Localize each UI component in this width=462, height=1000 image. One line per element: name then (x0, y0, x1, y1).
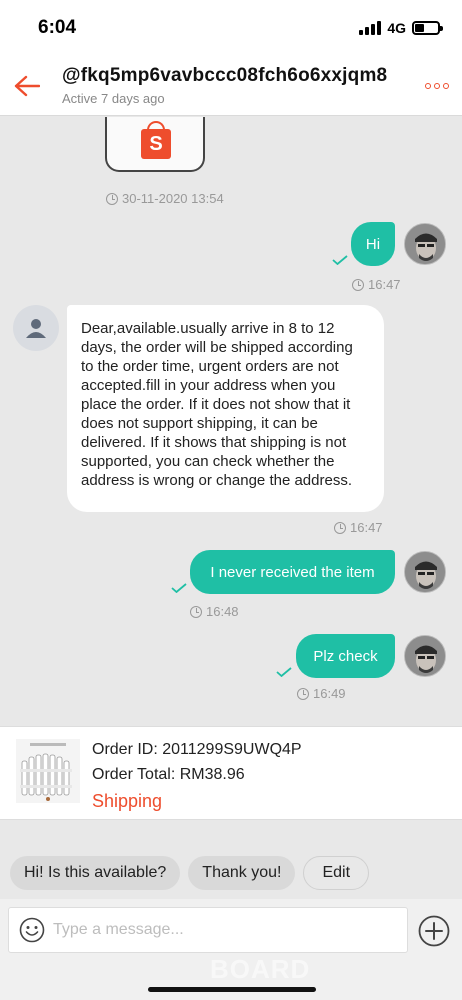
user-avatar[interactable] (404, 551, 446, 593)
active-status: Active 7 days ago (62, 91, 165, 106)
message-bubble-outgoing[interactable]: I never received the item (190, 550, 395, 594)
message-text: I never received the item (210, 563, 375, 581)
person-photo-icon (405, 552, 445, 592)
message-input-container[interactable] (8, 907, 408, 953)
clock-icon (352, 278, 364, 291)
message-text: Dear,available.usually arrive in 8 to 12… (81, 320, 353, 489)
message-text: Hi (365, 235, 381, 253)
home-indicator[interactable] (148, 987, 316, 992)
message-timestamp: 16:48 (190, 604, 239, 619)
message-bubble-outgoing[interactable]: Plz check (296, 634, 395, 678)
order-id: Order ID: 2011299S9UWQ4P (92, 741, 302, 758)
read-check-icon (171, 583, 187, 593)
user-avatar[interactable] (404, 635, 446, 677)
status-time: 6:04 (38, 17, 77, 38)
back-button[interactable] (0, 56, 54, 116)
shop-bag-sticker[interactable]: S (105, 117, 205, 172)
read-check-icon (332, 255, 348, 265)
person-photo-icon (405, 224, 445, 264)
message-bubble-outgoing[interactable]: Hi (351, 222, 395, 266)
product-thumbnail (16, 739, 80, 803)
shop-avatar[interactable] (13, 305, 59, 351)
signal-icon (359, 21, 382, 35)
dot-icon (443, 82, 449, 89)
message-timestamp: 16:49 (297, 686, 346, 701)
clock-icon (106, 192, 118, 205)
more-options-button[interactable] (412, 56, 462, 116)
chat-title: @fkq5mp6vavbccc08fch6o6xxjqm8 (62, 65, 388, 86)
order-status: Shipping (92, 791, 163, 811)
emoji-icon[interactable] (19, 917, 45, 943)
message-timestamp: 16:47 (352, 277, 401, 292)
message-bubble-incoming[interactable]: Dear,available.usually arrive in 8 to 12… (67, 305, 384, 512)
dot-icon (434, 82, 440, 89)
person-photo-icon (405, 636, 445, 676)
message-composer: BOARD (0, 899, 462, 1000)
timestamp-text: 30-11-2020 13:54 (122, 191, 224, 206)
battery-icon (412, 21, 443, 35)
add-attachment-icon[interactable] (418, 915, 450, 947)
clock-icon (334, 521, 346, 534)
message-timestamp: 30-11-2020 13:54 (106, 191, 224, 206)
network-type: 4G (387, 20, 406, 36)
clock-icon (297, 687, 309, 700)
order-total: Order Total: RM38.96 (92, 766, 245, 783)
timestamp-text: 16:49 (313, 686, 346, 701)
user-avatar[interactable] (404, 223, 446, 265)
chat-header-info[interactable]: @fkq5mp6vavbccc08fch6o6xxjqm8 Active 7 d… (54, 65, 412, 106)
status-icons: 4G (359, 20, 443, 36)
edit-quick-replies-button[interactable]: Edit (303, 856, 370, 890)
timestamp-text: 16:47 (368, 277, 401, 292)
quick-replies: Hi! Is this available? Thank you! Edit (10, 856, 370, 890)
status-bar: 6:04 4G (0, 0, 462, 56)
watermark: BOARD (210, 954, 311, 984)
chat-messages[interactable]: S 30-11-2020 13:54 Hi 16:47 Dear,availab… (0, 117, 462, 725)
back-arrow-icon (14, 75, 40, 96)
timestamp-text: 16:47 (350, 520, 383, 535)
message-text: Plz check (313, 647, 378, 665)
read-check-icon (276, 667, 292, 677)
shopee-logo-icon: S (141, 129, 171, 159)
dot-icon (425, 82, 431, 89)
chat-header: @fkq5mp6vavbccc08fch6o6xxjqm8 Active 7 d… (0, 56, 462, 116)
order-card[interactable]: Order ID: 2011299S9UWQ4P Order Total: RM… (0, 726, 462, 820)
quick-reply-chip[interactable]: Thank you! (188, 856, 296, 890)
timestamp-text: 16:48 (206, 604, 239, 619)
quick-reply-chip[interactable]: Hi! Is this available? (10, 856, 181, 890)
clock-icon (190, 605, 202, 618)
message-input[interactable] (53, 921, 383, 939)
message-timestamp: 16:47 (334, 520, 383, 535)
person-icon (26, 319, 46, 338)
